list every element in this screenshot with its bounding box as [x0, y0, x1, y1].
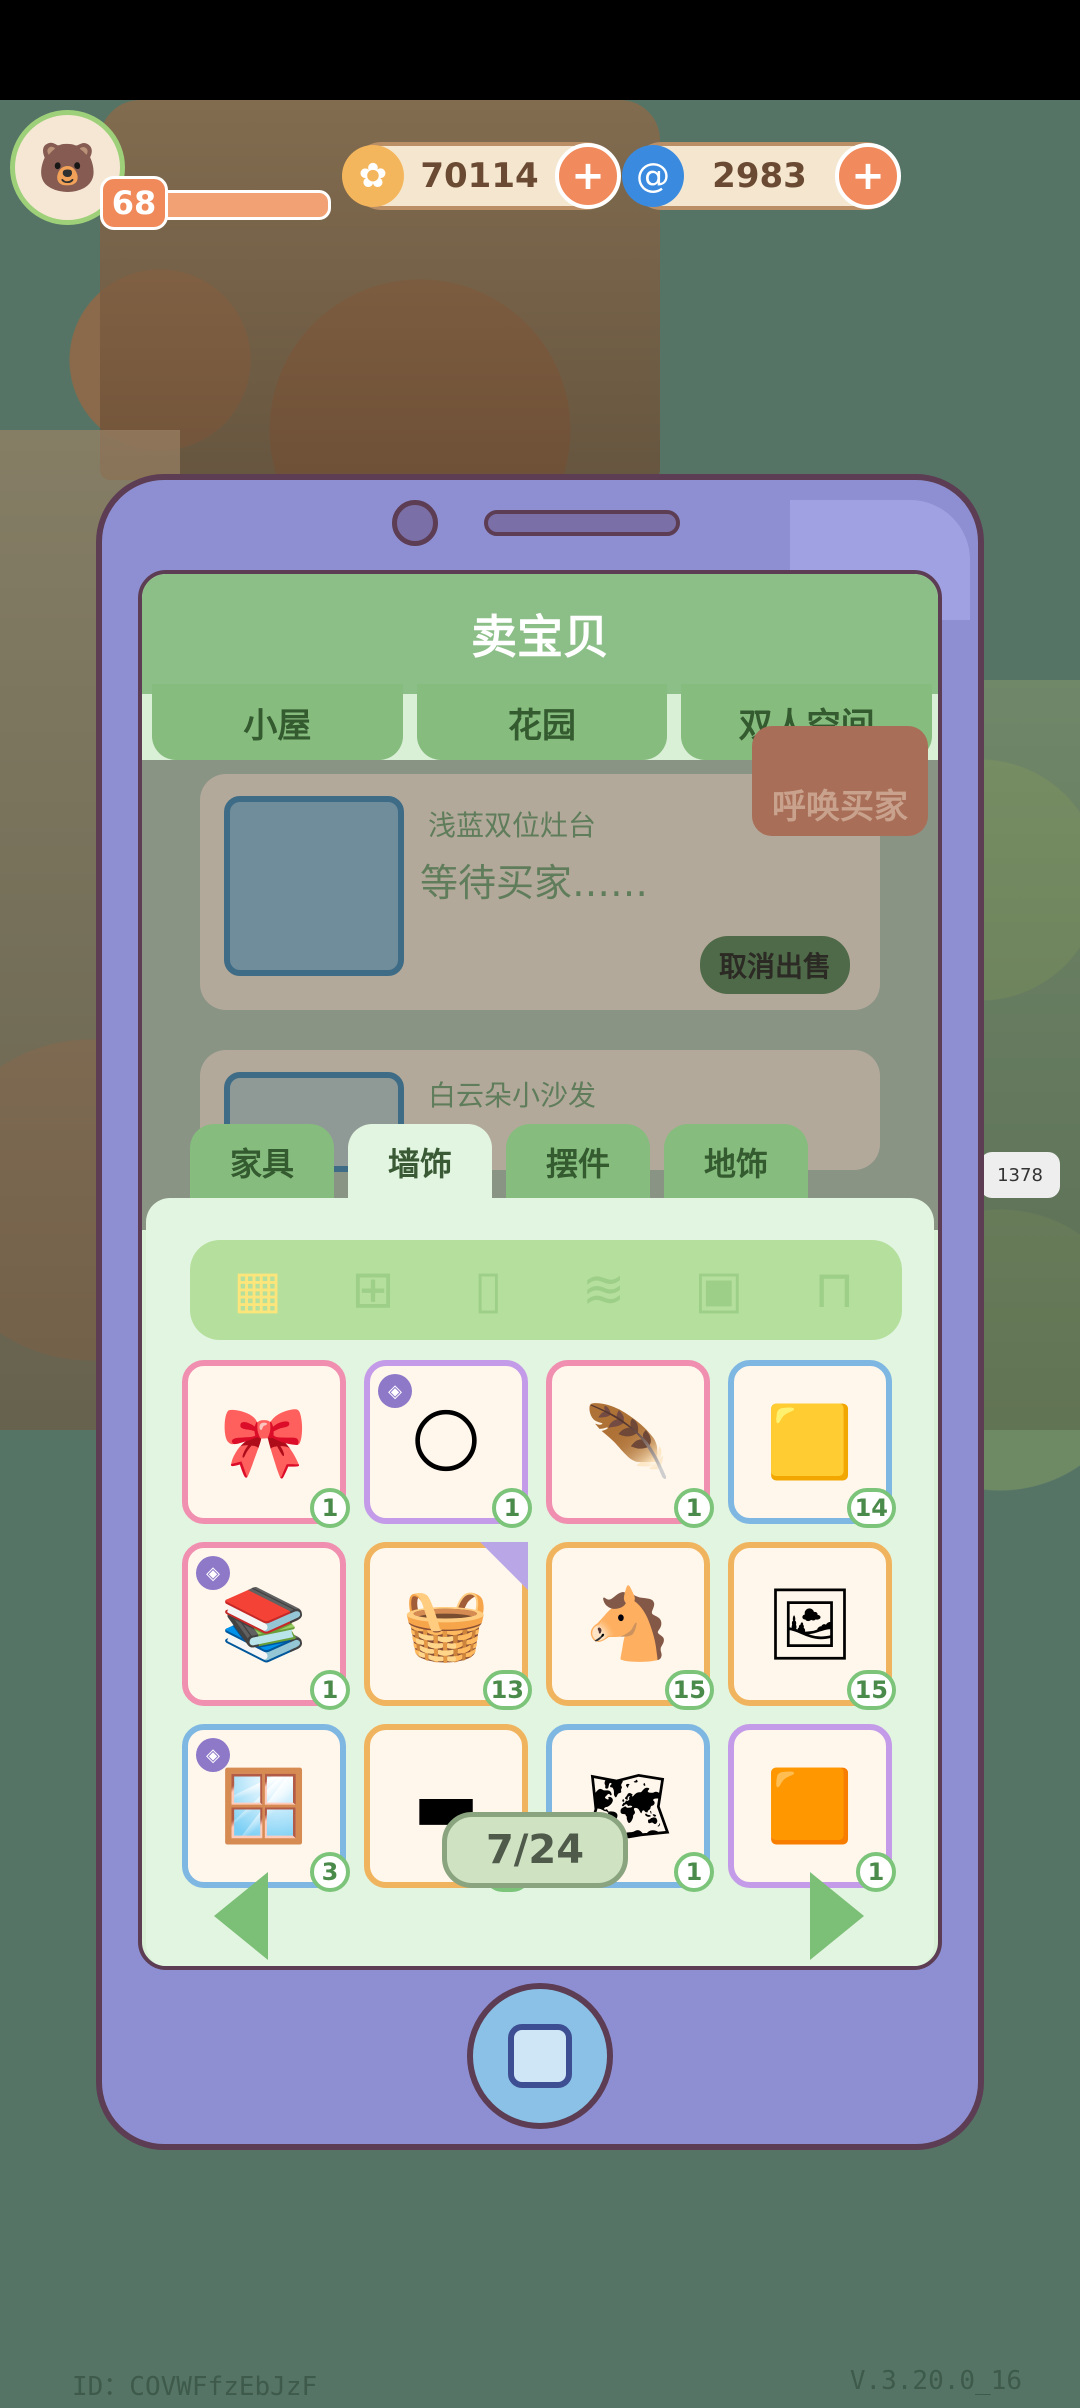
door-icon[interactable]: ▯ — [449, 1251, 527, 1329]
inventory-item[interactable]: 🪟 ◈ 3 — [182, 1724, 350, 1892]
status-bar — [0, 0, 1080, 100]
item-count: 15 — [664, 1670, 714, 1710]
inventory-grid: 🎀1🌕◈1🪶1🟨14📚◈1🧺13🐴15🖼15🪟◈3▬22🗺1🟧1 — [182, 1360, 902, 1892]
tab-ornaments[interactable]: 摆件 — [506, 1124, 650, 1200]
listing-status: 等待买家…… — [420, 861, 649, 905]
towel-icon: 🧺 — [402, 1582, 490, 1665]
version-label: V.3.20.0_16 — [849, 2366, 1022, 2396]
swirl-icon: @ — [622, 145, 684, 207]
prev-page-arrow-icon[interactable] — [214, 1872, 268, 1960]
gem-counter: @ 2983 + — [622, 142, 901, 210]
corner-ribbon-icon — [480, 1542, 528, 1590]
item-count: 1 — [310, 1488, 350, 1528]
page-indicator: 7/24 — [442, 1812, 628, 1888]
bookshelf-icon: 📚 — [220, 1582, 308, 1665]
feather-icon: 🪶 — [584, 1400, 672, 1483]
listing-name: 浅蓝双位灶台 — [428, 809, 597, 842]
hook-icon[interactable]: ⊓ — [795, 1251, 873, 1329]
coin-icon: ✿ — [342, 145, 404, 207]
listing-name: 白云朵小沙发 — [428, 1079, 597, 1112]
inventory-item[interactable]: 🧺 13 — [364, 1542, 532, 1710]
side-count-bubble[interactable]: 1378 — [980, 1152, 1060, 1198]
curtain-window-icon: 🪟 — [220, 1764, 308, 1847]
item-count: 14 — [846, 1488, 896, 1528]
tab-floor-decor[interactable]: 地饰 — [664, 1124, 808, 1200]
tab-cabin[interactable]: 小屋 — [152, 684, 403, 760]
inventory-item[interactable]: 🌕 ◈ 1 — [364, 1360, 532, 1528]
cancel-sale-button[interactable]: 取消出售 — [700, 936, 850, 994]
level-badge: 68 — [100, 176, 168, 230]
inventory-item[interactable]: 🖼 15 — [728, 1542, 896, 1710]
poster-icon: 🖼 — [765, 1582, 855, 1665]
summon-buyer-button[interactable]: 呼唤买家 — [752, 726, 928, 836]
ribbon-icon: 🎀 — [220, 1400, 308, 1483]
tab-garden[interactable]: 花园 — [416, 684, 668, 760]
sell-title: 卖宝贝 — [142, 574, 938, 694]
item-count: 1 — [674, 1488, 714, 1528]
add-coins-button[interactable]: + — [555, 143, 621, 209]
horse-head-icon: 🐴 — [584, 1582, 672, 1665]
couple-badge-icon: ◈ — [378, 1374, 412, 1408]
tab-wall-decor[interactable]: 墙饰 — [348, 1124, 492, 1200]
camera-icon — [392, 500, 438, 546]
stove-thumbnail — [224, 796, 404, 976]
item-count: 13 — [482, 1670, 532, 1710]
item-count: 1 — [492, 1488, 532, 1528]
item-count: 3 — [310, 1852, 350, 1892]
couple-badge-icon: ◈ — [196, 1556, 230, 1590]
couple-badge-icon: ◈ — [196, 1738, 230, 1772]
next-page-arrow-icon[interactable] — [810, 1872, 864, 1960]
item-count: 1 — [310, 1670, 350, 1710]
stained-window-icon: 🟨 — [766, 1400, 854, 1483]
speaker-slot — [484, 510, 680, 536]
coin-counter: ✿ 70114 + — [342, 142, 621, 210]
all-grid-icon[interactable]: ▦ — [219, 1251, 297, 1329]
coin-value: 70114 — [420, 156, 539, 196]
pegboard-icon: 🟧 — [766, 1764, 854, 1847]
add-gems-button[interactable]: + — [835, 143, 901, 209]
item-count: 15 — [846, 1670, 896, 1710]
inventory-item[interactable]: 🎀 1 — [182, 1360, 350, 1528]
gem-value: 2983 — [712, 156, 807, 196]
inventory-item[interactable]: 🐴 15 — [546, 1542, 714, 1710]
tab-furniture[interactable]: 家具 — [190, 1124, 334, 1200]
inventory-item[interactable]: 🟧 1 — [728, 1724, 896, 1892]
window-icon[interactable]: ⊞ — [334, 1251, 412, 1329]
moon-astronaut-icon: 🌕 — [409, 1401, 483, 1483]
xp-bar — [150, 190, 331, 220]
filter-bar: ▦ ⊞ ▯ ≋ ▣ ⊓ — [190, 1240, 902, 1340]
home-square-icon — [508, 2024, 572, 2088]
inventory-item[interactable]: 🟨 14 — [728, 1360, 896, 1528]
shelf-icon[interactable]: ≋ — [565, 1251, 643, 1329]
home-button[interactable] — [467, 1983, 613, 2129]
inventory-item[interactable]: 🪶 1 — [546, 1360, 714, 1528]
inventory-item[interactable]: 📚 ◈ 1 — [182, 1542, 350, 1710]
item-count: 1 — [674, 1852, 714, 1892]
player-id: ID：COVWFfzEbJzF — [72, 2372, 318, 2402]
frame-icon[interactable]: ▣ — [680, 1251, 758, 1329]
category-tabs: 家具 墙饰 摆件 地饰 — [190, 1124, 808, 1200]
phone-screen: 卖宝贝 小屋 花园 双人空间 浅蓝双位灶台 等待买家…… 取消出售 呼唤买家 白… — [138, 570, 942, 1970]
